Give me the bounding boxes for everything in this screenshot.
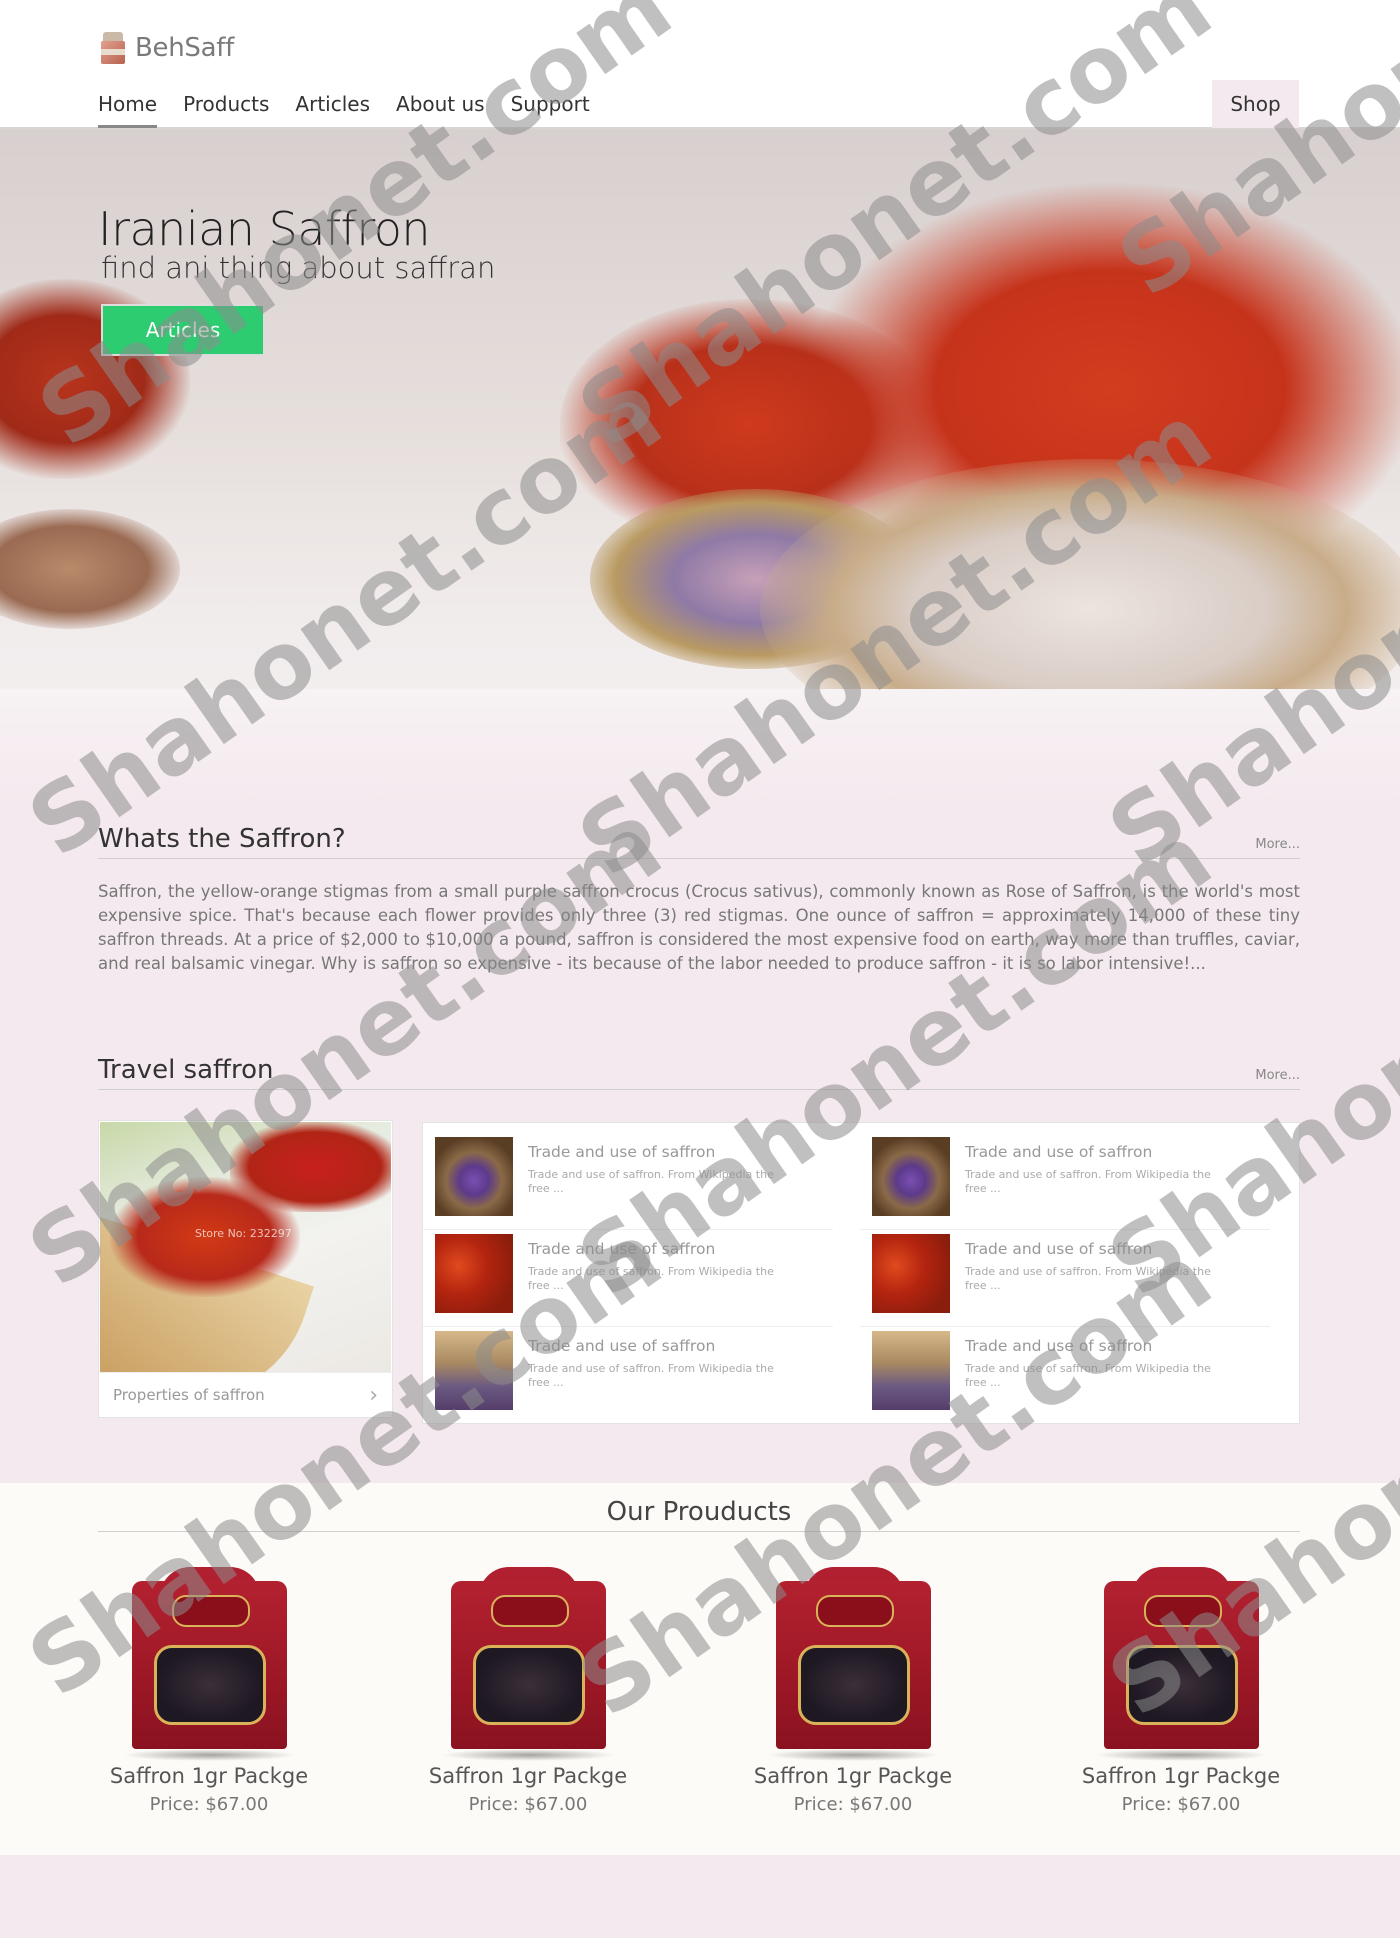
saffron-package-image	[1093, 1567, 1269, 1761]
article-list: Trade and use of saffron Trade and use o…	[422, 1122, 1300, 1424]
basket-crocus-image	[435, 1137, 513, 1216]
bowl-left	[0, 509, 180, 629]
article-column-left: Trade and use of saffron Trade and use o…	[423, 1133, 833, 1424]
item-desc: Trade and use of saffron. From Wikipedia…	[528, 1168, 774, 1195]
product-card[interactable]: Saffron 1gr Packge Price: $67.00	[733, 1567, 973, 1815]
chevron-right-icon: ›	[369, 1382, 378, 1408]
about-section-header: Whats the Saffron? More...	[98, 824, 1300, 859]
product-name: Saffron 1gr Packge	[428, 1764, 628, 1788]
item-desc: Trade and use of saffron. From Wikipedia…	[528, 1265, 774, 1292]
saffron-harvest-image	[872, 1331, 950, 1410]
list-item[interactable]: Trade and use of saffron Trade and use o…	[860, 1133, 1270, 1230]
site-header: BehSaff Home Products Articles About us …	[0, 0, 1400, 129]
products-section: Our Prouducts Saffron 1gr Packge Price: …	[0, 1483, 1400, 1855]
feature-caption[interactable]: Properties of saffron ›	[99, 1372, 392, 1417]
about-title: Whats the Saffron?	[98, 824, 346, 854]
product-name: Saffron 1gr Packge	[109, 1764, 309, 1788]
product-card[interactable]: Saffron 1gr Packge Price: $67.00	[1061, 1567, 1301, 1815]
article-column-right: Trade and use of saffron Trade and use o…	[860, 1133, 1270, 1424]
product-price: Price: $67.00	[468, 1794, 588, 1815]
saffron-harvest-image	[435, 1331, 513, 1410]
about-more-link[interactable]: More...	[1255, 837, 1300, 852]
item-title: Trade and use of saffron	[528, 1240, 716, 1258]
saffron-box-icon	[99, 32, 127, 64]
about-text: Saffron, the yellow-orange stigmas from …	[98, 882, 1300, 973]
saffron-package-image	[765, 1567, 941, 1761]
logo-text: BehSaff	[135, 33, 234, 63]
articles-button[interactable]: Articles	[101, 304, 265, 356]
logo[interactable]: BehSaff	[99, 32, 234, 64]
product-price: Price: $67.00	[793, 1794, 913, 1815]
product-name: Saffron 1gr Packge	[1081, 1764, 1281, 1788]
product-price: Price: $67.00	[149, 1794, 269, 1815]
item-title: Trade and use of saffron	[965, 1240, 1153, 1258]
product-card[interactable]: Saffron 1gr Packge Price: $67.00	[408, 1567, 648, 1815]
item-title: Trade and use of saffron	[528, 1337, 716, 1355]
product-price: Price: $67.00	[1121, 1794, 1241, 1815]
shop-button[interactable]: Shop	[1212, 80, 1299, 128]
feature-card[interactable]: Store No: 232297 Properties of saffron ›	[98, 1120, 393, 1418]
item-title: Trade and use of saffron	[965, 1143, 1153, 1161]
hero-banner: Iranian Saffron find ani thing about saf…	[0, 129, 1400, 803]
item-desc: Trade and use of saffron. From Wikipedia…	[528, 1362, 774, 1389]
saffron-scoop-image: Store No: 232297	[100, 1122, 391, 1372]
travel-more-link[interactable]: More...	[1255, 1068, 1300, 1083]
nav-articles[interactable]: Articles	[295, 92, 370, 126]
nav-home[interactable]: Home	[98, 92, 158, 128]
nav-support[interactable]: Support	[511, 92, 590, 126]
image-stamp: Store No: 232297	[195, 1227, 292, 1240]
main-nav: Home Products Articles About us Support	[98, 92, 590, 128]
item-desc: Trade and use of saffron. From Wikipedia…	[965, 1168, 1211, 1195]
saffron-threads-image	[872, 1234, 950, 1313]
travel-title: Travel saffron	[98, 1055, 274, 1085]
product-name: Saffron 1gr Packge	[753, 1764, 953, 1788]
travel-section-header: Travel saffron More...	[98, 1055, 1300, 1090]
list-item[interactable]: Trade and use of saffron Trade and use o…	[860, 1230, 1270, 1327]
product-card[interactable]: Saffron 1gr Packge Price: $67.00	[89, 1567, 329, 1815]
nav-products[interactable]: Products	[183, 92, 269, 126]
item-desc: Trade and use of saffron. From Wikipedia…	[965, 1362, 1211, 1389]
products-title: Our Prouducts	[98, 1497, 1300, 1532]
item-title: Trade and use of saffron	[965, 1337, 1153, 1355]
list-item[interactable]: Trade and use of saffron Trade and use o…	[423, 1327, 833, 1424]
saffron-package-image	[440, 1567, 616, 1761]
saffron-threads-image	[435, 1234, 513, 1313]
item-title: Trade and use of saffron	[528, 1143, 716, 1161]
list-item[interactable]: Trade and use of saffron Trade and use o…	[423, 1133, 833, 1230]
feature-caption-label: Properties of saffron	[113, 1386, 265, 1404]
item-desc: Trade and use of saffron. From Wikipedia…	[965, 1265, 1211, 1292]
nav-about-us[interactable]: About us	[396, 92, 485, 126]
list-item[interactable]: Trade and use of saffron Trade and use o…	[423, 1230, 833, 1327]
basket-crocus-image	[872, 1137, 950, 1216]
list-item[interactable]: Trade and use of saffron Trade and use o…	[860, 1327, 1270, 1424]
saffron-package-image	[121, 1567, 297, 1761]
hero-subtitle: find ani thing about saffran	[101, 251, 496, 285]
hero-title: Iranian Saffron	[98, 202, 431, 256]
tablecloth	[0, 689, 1400, 803]
